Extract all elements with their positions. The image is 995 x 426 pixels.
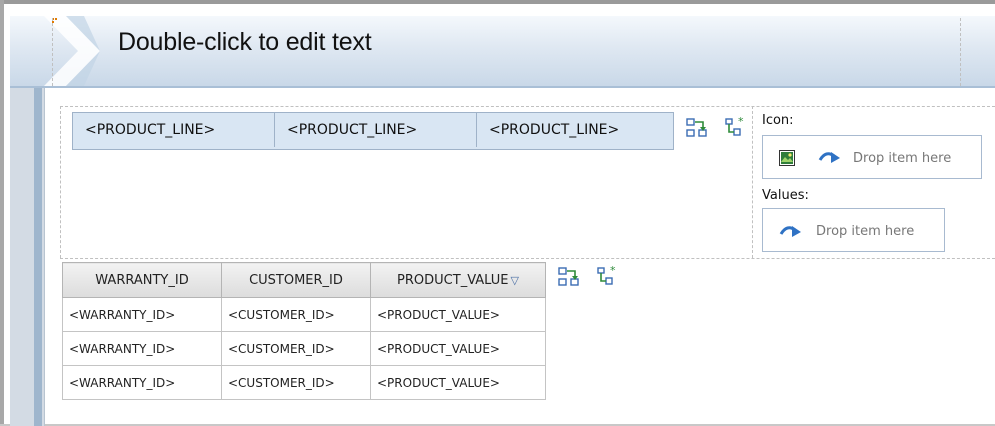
icon-label: Icon:: [762, 113, 794, 128]
window-left-border: [0, 0, 4, 426]
table-cell[interactable]: <WARRANTY_ID>: [62, 331, 222, 366]
column-header[interactable]: CUSTOMER_ID: [221, 262, 371, 298]
group-icon[interactable]: [558, 266, 580, 288]
layout-guide: [752, 106, 753, 258]
group-icon[interactable]: [686, 117, 708, 139]
svg-text:*: *: [738, 116, 744, 128]
window-top-border: [0, 0, 995, 4]
crosstab-cell[interactable]: <PRODUCT_LINE>: [477, 113, 673, 147]
list-header-row: WARRANTY_ID CUSTOMER_ID PRODUCT_VALUE ▽: [62, 262, 546, 298]
crosstab-cell[interactable]: <PRODUCT_LINE>: [275, 113, 477, 147]
drop-arrow-icon: [818, 152, 840, 163]
table-row[interactable]: <WARRANTY_ID> <CUSTOMER_ID> <PRODUCT_VAL…: [62, 331, 546, 366]
crosstab-cell[interactable]: <PRODUCT_LINE>: [73, 113, 275, 147]
table-row[interactable]: <WARRANTY_ID> <CUSTOMER_ID> <PRODUCT_VAL…: [62, 297, 546, 332]
column-header[interactable]: PRODUCT_VALUE ▽: [370, 262, 546, 298]
layout-guide: [60, 106, 61, 258]
layout-guide: [52, 18, 53, 86]
table-cell[interactable]: <CUSTOMER_ID>: [221, 365, 371, 400]
table-cell[interactable]: <WARRANTY_ID>: [62, 297, 222, 332]
table-cell[interactable]: <WARRANTY_ID>: [62, 365, 222, 400]
sort-descending-icon[interactable]: ▽: [510, 274, 518, 287]
icon-drop-text: Drop item here: [853, 151, 952, 166]
layout-guide: [960, 18, 961, 86]
page-title[interactable]: Double-click to edit text: [118, 28, 372, 57]
table-cell[interactable]: <CUSTOMER_ID>: [221, 297, 371, 332]
values-drop-text: Drop item here: [816, 224, 915, 239]
table-cell[interactable]: <PRODUCT_VALUE>: [370, 365, 546, 400]
values-label: Values:: [762, 188, 809, 203]
list-table[interactable]: WARRANTY_ID CUSTOMER_ID PRODUCT_VALUE ▽ <…: [62, 262, 546, 400]
layout-guide: [60, 258, 995, 259]
svg-text:*: *: [610, 265, 616, 277]
layout-guide: [60, 106, 995, 107]
image-icon: [779, 150, 795, 166]
insert-calculation-icon[interactable]: *: [724, 116, 746, 138]
insert-calculation-icon[interactable]: *: [596, 265, 618, 287]
crosstab-column-edge[interactable]: <PRODUCT_LINE> <PRODUCT_LINE> <PRODUCT_L…: [72, 112, 674, 150]
table-cell[interactable]: <CUSTOMER_ID>: [221, 331, 371, 366]
table-cell[interactable]: <PRODUCT_VALUE>: [370, 297, 546, 332]
table-row[interactable]: <WARRANTY_ID> <CUSTOMER_ID> <PRODUCT_VAL…: [62, 365, 546, 400]
drop-arrow-icon: [779, 226, 801, 237]
column-header[interactable]: WARRANTY_ID: [62, 262, 222, 298]
table-cell[interactable]: <PRODUCT_VALUE>: [370, 331, 546, 366]
